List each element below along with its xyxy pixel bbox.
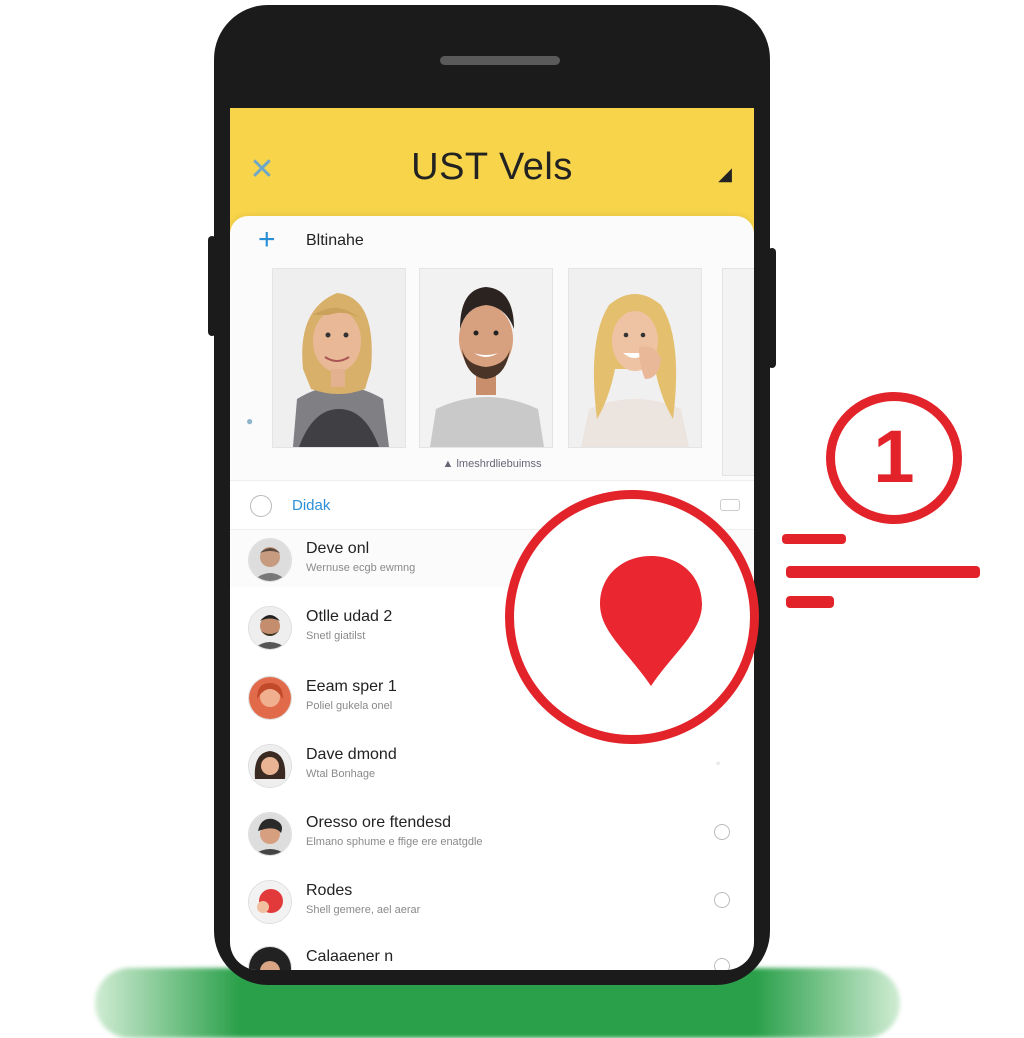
app-title: UST Vels xyxy=(411,146,573,188)
motion-line-2 xyxy=(786,566,980,578)
contact-subtitle: Wernuse ecgb ewmng xyxy=(306,562,416,574)
avatar xyxy=(248,538,292,582)
photo-2-image xyxy=(420,269,552,447)
photo-card-1[interactable] xyxy=(272,268,406,448)
photo-1-image xyxy=(273,269,405,447)
avatar xyxy=(248,880,292,924)
status-icon[interactable] xyxy=(714,958,730,970)
contact-item[interactable]: Oresso ore ftendesd Elmano sphume e ffig… xyxy=(230,812,754,880)
contact-subtitle: Wtal Bonhage xyxy=(306,768,376,780)
contact-name: Oresso ore ftendesd xyxy=(306,814,451,831)
contact-item[interactable]: Dave dmond Wtal Bonhage ◦ xyxy=(230,744,754,812)
stories-caption-text: ▲ lmeshrdliebuimss xyxy=(442,458,542,470)
photo-card-2[interactable] xyxy=(419,268,553,448)
avatar xyxy=(248,946,292,970)
contact-name: Deve onl xyxy=(306,540,370,557)
add-icon[interactable]: + xyxy=(258,225,276,255)
motion-line-3 xyxy=(786,596,834,608)
signal-icon: ◢ xyxy=(718,164,732,184)
pager-dot-icon: ● xyxy=(246,414,254,428)
radio-icon[interactable] xyxy=(250,495,272,517)
avatar xyxy=(248,676,292,720)
refresh-icon[interactable] xyxy=(714,824,730,840)
contact-subtitle: Poliel gukela onel xyxy=(306,700,393,712)
contact-name: Rodes xyxy=(306,882,353,899)
app-header: ✕ UST Vels ◢ xyxy=(230,108,754,232)
contact-name: Otlle udad 2 xyxy=(306,608,393,625)
contact-subtitle: Snetl giatilst xyxy=(306,630,366,642)
contact-subtitle: Shell gemere, ael aerar xyxy=(306,904,421,916)
info-icon[interactable]: ◦ xyxy=(716,756,730,770)
badge-number: 1 xyxy=(873,415,915,498)
avatar xyxy=(248,812,292,856)
stories-caption: ▲ lmeshrdliebuimss xyxy=(230,458,754,470)
phone-speaker xyxy=(440,56,560,65)
chat-icon[interactable] xyxy=(714,892,730,908)
contact-item[interactable]: Rodes Shell gemere, ael aerar xyxy=(230,880,754,948)
motion-line-1 xyxy=(782,534,846,544)
contact-item[interactable]: Calaaener n xyxy=(230,946,754,970)
contact-subtitle: Elmano sphume e ffige ere enatgdle xyxy=(306,836,483,848)
phone-side-button-left xyxy=(208,236,216,336)
avatar xyxy=(248,606,292,650)
notification-badge: 1 xyxy=(826,392,962,524)
contact-name: Eeam sper 1 xyxy=(306,678,397,695)
avatar xyxy=(248,744,292,788)
photo-card-3[interactable] xyxy=(568,268,702,448)
contact-name: Calaaener n xyxy=(306,948,394,965)
location-pin-icon[interactable] xyxy=(596,552,706,688)
filter-label[interactable]: Didak xyxy=(292,497,330,514)
toggle-icon[interactable] xyxy=(720,499,740,511)
contact-name: Dave dmond xyxy=(306,746,397,763)
stories-label: Bltinahe xyxy=(306,232,364,249)
photo-3-image xyxy=(569,269,701,447)
phone-side-button-right xyxy=(768,248,776,368)
photo-card-4-partial[interactable] xyxy=(722,268,754,476)
